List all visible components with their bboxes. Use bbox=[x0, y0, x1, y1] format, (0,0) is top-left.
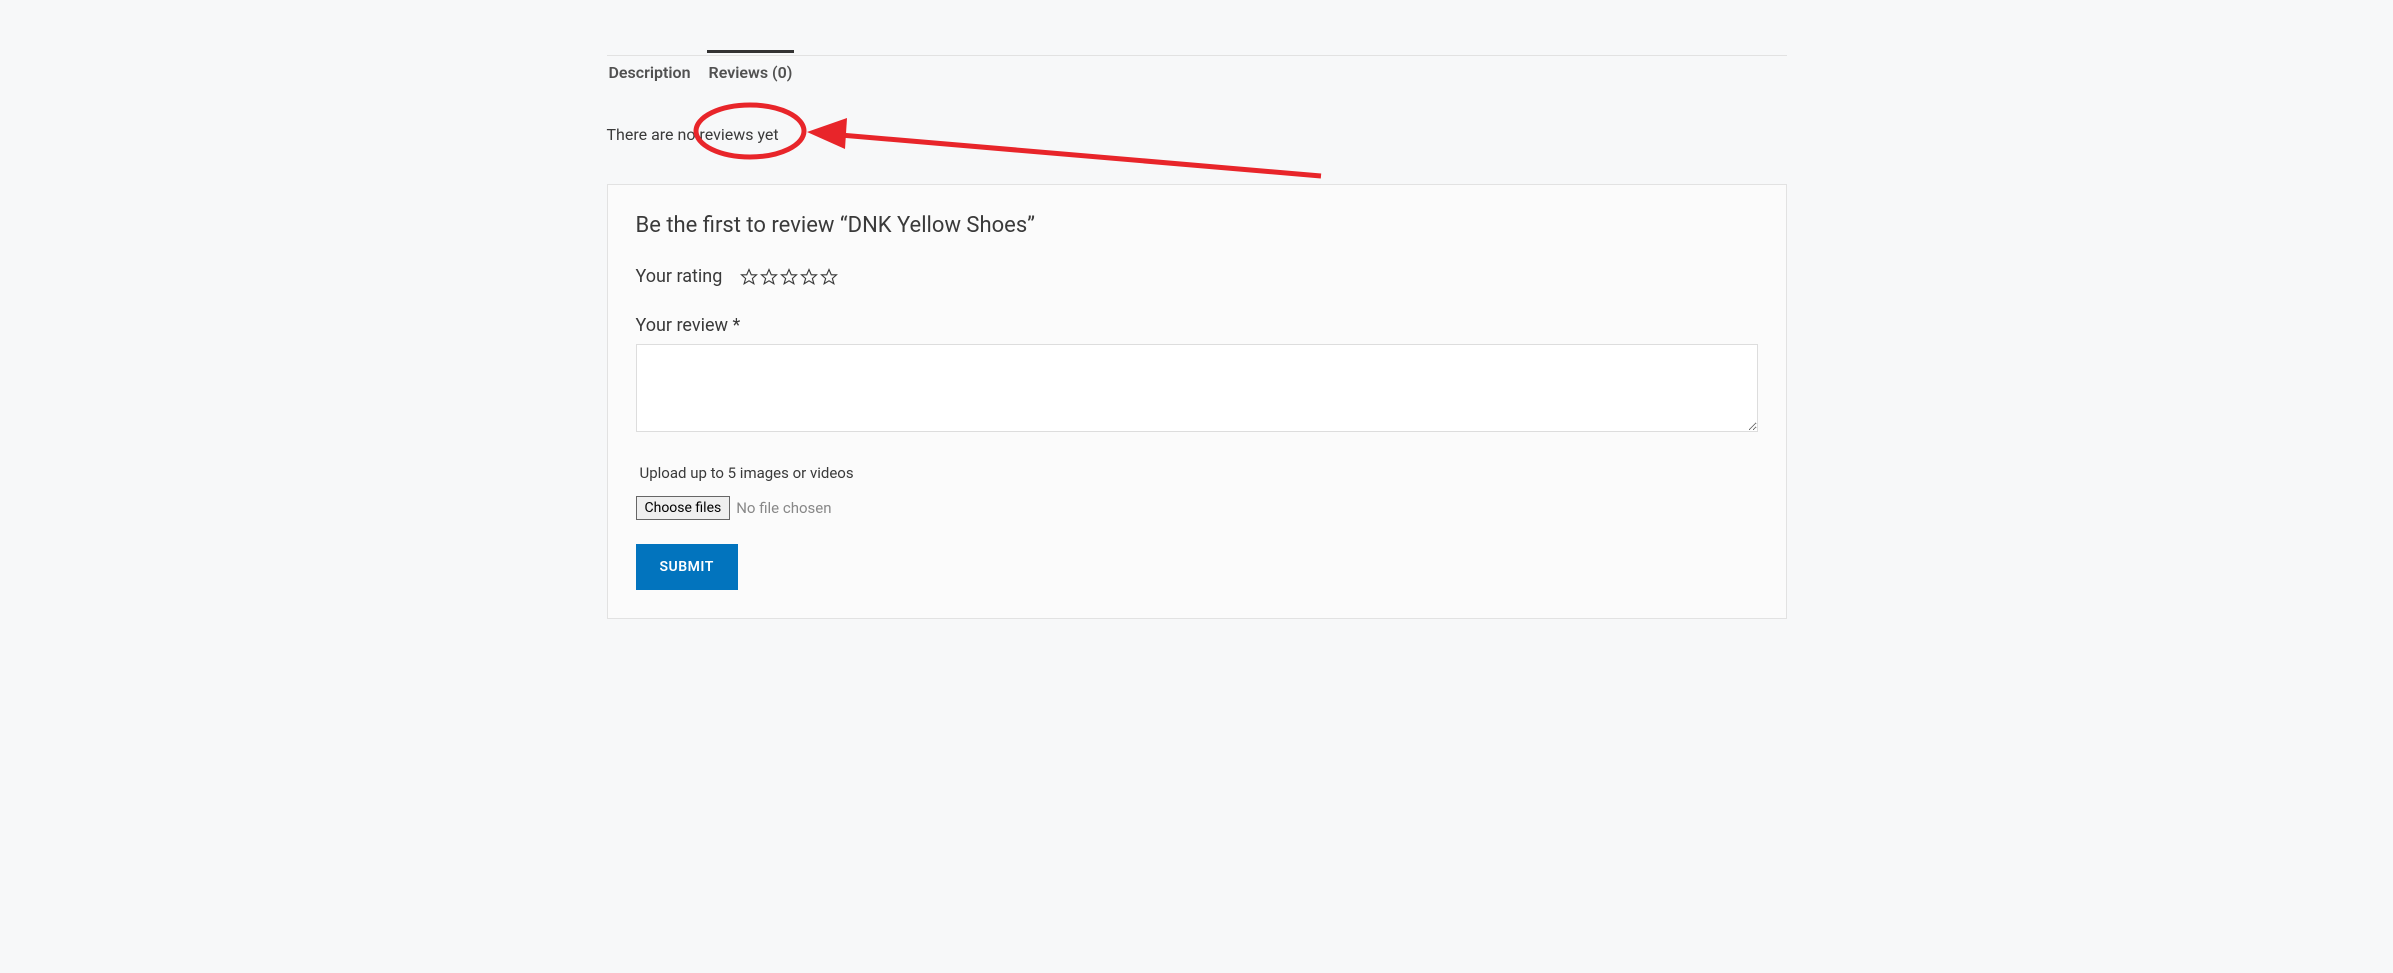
review-textarea[interactable] bbox=[636, 344, 1758, 432]
rating-label: Your rating bbox=[636, 266, 723, 287]
upload-label: Upload up to 5 images or videos bbox=[636, 464, 1758, 482]
review-textarea-label: Your review * bbox=[636, 315, 1758, 336]
star-icon[interactable] bbox=[820, 268, 838, 286]
submit-button[interactable]: SUBMIT bbox=[636, 544, 738, 590]
choose-files-button[interactable]: Choose files bbox=[636, 496, 731, 520]
star-icon[interactable] bbox=[780, 268, 798, 286]
star-rating-input bbox=[740, 268, 838, 286]
star-icon[interactable] bbox=[800, 268, 818, 286]
review-form-title: Be the first to review “DNK Yellow Shoes… bbox=[636, 213, 1758, 238]
no-reviews-text: There are no reviews yet bbox=[607, 125, 1787, 144]
star-icon[interactable] bbox=[760, 268, 778, 286]
tab-description[interactable]: Description bbox=[607, 53, 693, 92]
star-icon[interactable] bbox=[740, 268, 758, 286]
tab-reviews[interactable]: Reviews (0) bbox=[707, 50, 795, 92]
file-status-text: No file chosen bbox=[736, 499, 831, 517]
product-tabs: Description Reviews (0) bbox=[607, 53, 1787, 92]
review-form: Be the first to review “DNK Yellow Shoes… bbox=[607, 184, 1787, 619]
